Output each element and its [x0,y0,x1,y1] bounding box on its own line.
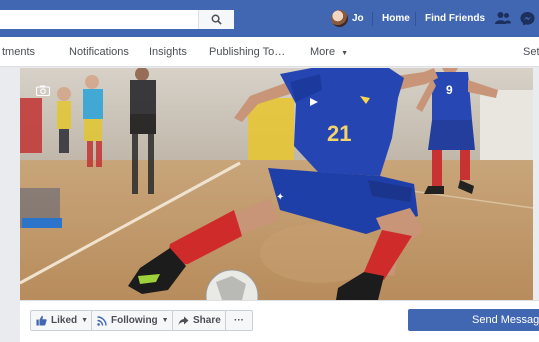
page-action-bar: Liked ▼ Following ▼ Share ··· Send Messa… [20,300,539,342]
messenger-icon[interactable] [520,11,535,26]
camera-icon[interactable] [36,85,50,96]
share-arrow-icon [178,316,189,325]
shorts-logo: ✦ [276,192,284,203]
more-options-button[interactable]: ··· [225,310,253,331]
tab-insights[interactable]: Insights [149,46,187,58]
search-icon [211,14,222,25]
send-message-label: Send Message [472,314,539,326]
rss-icon [97,315,107,326]
search-input[interactable] [0,10,234,29]
following-button[interactable]: Following ▼ [91,310,175,331]
find-friends-link[interactable]: Find Friends [425,13,485,24]
futsal-player-image: 9 21 ✦ [20,68,533,300]
share-label: Share [193,315,221,326]
share-button[interactable]: Share [172,310,227,331]
tab-more-label: More [310,46,336,58]
divider [372,12,373,26]
following-label: Following [111,315,158,326]
top-navigation-bar: Jo Home Find Friends [0,0,539,37]
divider [415,12,416,26]
liked-label: Liked [51,315,78,326]
tab-more[interactable]: More ▼ [310,46,348,58]
thumbs-up-icon [36,315,47,326]
profile-link[interactable]: Jo [352,13,364,24]
tab-appointments[interactable]: tments [2,46,35,58]
avatar[interactable] [331,10,348,27]
player-number: 21 [327,121,351,146]
caret-down-icon: ▼ [81,317,89,324]
friend-requests-icon[interactable] [495,11,511,25]
tab-notifications[interactable]: Notifications [69,46,129,58]
back-player-number: 9 [446,83,453,97]
search-button[interactable] [198,10,234,29]
liked-button[interactable]: Liked ▼ [30,310,95,331]
tab-publishing-tools[interactable]: Publishing To… [209,46,285,58]
caret-down-icon: ▼ [341,50,349,57]
caret-down-icon: ▼ [161,317,169,324]
home-link[interactable]: Home [382,13,410,24]
more-dots-icon: ··· [234,315,244,326]
cover-photo[interactable]: 9 21 ✦ [20,68,533,300]
page-tab-bar: tments Notifications Insights Publishing… [0,37,539,67]
send-message-button[interactable]: Send Message [408,309,539,331]
tab-settings[interactable]: Set [523,46,539,58]
